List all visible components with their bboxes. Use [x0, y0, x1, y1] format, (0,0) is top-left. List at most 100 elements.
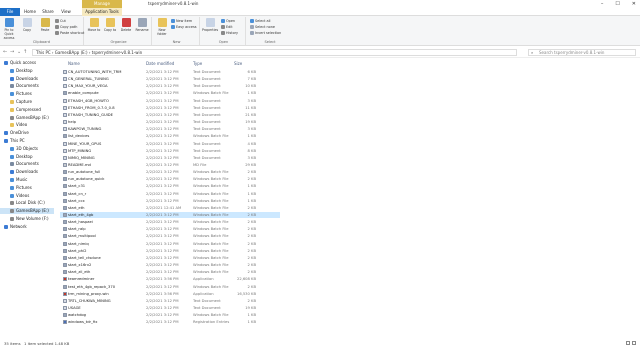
- file-row[interactable]: watchdog 2/2/2021 3:12 PM Windows Batch Fi…: [60, 312, 280, 318]
- nav-item[interactable]: Documents: [0, 83, 39, 89]
- nav-item[interactable]: This PC: [0, 138, 25, 144]
- nav-item[interactable]: GamesBApp (E:): [0, 208, 54, 215]
- file-row[interactable]: MINE_YOUR_GPUS 2/2/2021 3:12 PM Text Docum…: [60, 141, 280, 147]
- file-row[interactable]: CN_AUTOTUNING_WITH_TRM 2/2/2021 3:12 PM Te…: [60, 69, 280, 75]
- nav-item[interactable]: Downloads: [0, 76, 38, 82]
- close-button[interactable]: ✕: [632, 0, 636, 8]
- file-row[interactable]: start_tell_ctsdune 2/2/2021 3:12 PM Window…: [60, 255, 280, 261]
- file-row[interactable]: run_autotune_full 2/2/2021 3:12 PM Windows…: [60, 169, 280, 175]
- up-arrow-icon[interactable]: ↑: [23, 49, 27, 55]
- search-input[interactable]: ⌕ Search tsperrydminer-v0.8.1-win: [528, 49, 636, 56]
- file-row[interactable]: enable_compute 2/2/2021 3:12 PM Windows Ba…: [60, 90, 280, 96]
- file-row[interactable]: start_cn_r 2/2/2021 3:12 PM Windows Batch …: [60, 191, 280, 197]
- forward-arrow-icon[interactable]: →: [10, 49, 14, 55]
- nav-item[interactable]: Video: [0, 122, 27, 128]
- file-row[interactable]: run_autotune_quick 2/2/2021 3:12 PM Window…: [60, 176, 280, 182]
- file-row[interactable]: ETHASH_FROM_0.7.0_0.8 2/2/2021 3:12 PM Tex…: [60, 105, 280, 111]
- nav-item[interactable]: Desktop: [0, 68, 33, 74]
- file-row[interactable]: start_eth_4gb 2/2/2021 3:12 PM Windows Bat…: [60, 212, 280, 218]
- nav-item[interactable]: 3D Objects: [0, 146, 38, 152]
- nav-item[interactable]: Desktop: [0, 154, 33, 160]
- file-row[interactable]: ETHASH_TUNING_GUIDE 2/2/2021 3:12 PM Text …: [60, 112, 280, 118]
- nav-item[interactable]: Local Disk (C:): [0, 200, 45, 206]
- nav-item[interactable]: OneDrive: [0, 130, 29, 136]
- file-row[interactable]: CN_MAX_YOUR_VEGA 2/2/2021 3:12 PM Text Doc…: [60, 83, 280, 89]
- file-row[interactable]: windows_tdr_fix 2/2/2021 3:12 PM Registrat…: [60, 319, 280, 325]
- nav-item[interactable]: Pictures: [0, 91, 32, 97]
- large-icons-view-icon[interactable]: [632, 341, 636, 345]
- file-row[interactable]: start_haspaei 2/2/2021 3:12 PM Windows Bat…: [60, 219, 280, 225]
- tab-view[interactable]: View: [58, 8, 74, 16]
- file-row[interactable]: list_devices 2/2/2021 3:12 PM Windows Batc…: [60, 133, 280, 139]
- copy-button[interactable]: Copy: [19, 18, 35, 32]
- cut-button[interactable]: Cut: [55, 19, 66, 23]
- details-view-icon[interactable]: [626, 341, 630, 345]
- nav-item[interactable]: Documents: [0, 161, 39, 167]
- column-type[interactable]: Type: [193, 60, 202, 67]
- pin-quick-access-button[interactable]: Pin to Quick access: [1, 18, 17, 40]
- file-row[interactable]: ETHASH_4GB_HOWTO 2/2/2021 3:12 PM Text Doc…: [60, 98, 280, 104]
- column-date-modified[interactable]: Date modified: [146, 60, 174, 67]
- nav-item[interactable]: Compressed: [0, 107, 41, 113]
- new-folder-button[interactable]: New folder: [154, 18, 170, 36]
- nav-item[interactable]: Pictures: [0, 185, 32, 191]
- file-row[interactable]: start_phi2 2/2/2021 3:12 PM Windows Batch …: [60, 248, 280, 254]
- tab-application-tools[interactable]: Application Tools: [82, 8, 122, 16]
- context-tab-manage[interactable]: Manage: [82, 0, 122, 8]
- history-button[interactable]: History: [221, 31, 238, 35]
- file-row[interactable]: trm_mining_proxy-win 2/2/2021 3:56 PM Appl…: [60, 291, 280, 297]
- minimize-button[interactable]: –: [601, 0, 604, 8]
- file-row[interactable]: test_eth_4gb_repack_370 2/2/2021 3:12 PM W…: [60, 284, 280, 290]
- column-size[interactable]: Size: [234, 60, 242, 67]
- nav-item[interactable]: New Volume (F:): [0, 216, 49, 222]
- nav-item[interactable]: Quick access: [0, 60, 36, 66]
- file-row[interactable]: start_x16rv2 2/2/2021 3:12 PM Windows Batc…: [60, 262, 280, 268]
- file-row[interactable]: teamredminer 2/2/2021 3:56 PM Application 2…: [60, 276, 280, 282]
- nav-item[interactable]: Capture: [0, 99, 32, 105]
- select-none-button[interactable]: Select none: [250, 25, 275, 29]
- move-to-button[interactable]: Move to: [86, 18, 102, 32]
- nav-item[interactable]: GamesBApp (E:): [0, 115, 49, 121]
- nav-item[interactable]: Music: [0, 177, 27, 183]
- properties-button[interactable]: Properties: [202, 18, 218, 32]
- tab-share[interactable]: Share: [40, 8, 56, 16]
- file-row[interactable]: help 2/2/2021 3:12 PM Text Document 19 KB: [60, 119, 280, 125]
- file-row[interactable]: NIMIQ_MINING 2/2/2021 3:12 PM Text Documen…: [60, 155, 280, 161]
- easy-access-button[interactable]: Easy access: [171, 25, 197, 29]
- nav-item[interactable]: Network: [0, 224, 27, 230]
- file-row[interactable]: start_c31 2/2/2021 3:12 PM Windows Batch F…: [60, 183, 280, 189]
- copy-to-button[interactable]: Copy to: [102, 18, 118, 32]
- file-row[interactable]: start_eth 2/2/2021 12:41 AM Windows Batch …: [60, 205, 280, 211]
- file-row[interactable]: start_zil_eth 2/2/2021 3:12 PM Windows Bat…: [60, 269, 280, 275]
- file-row[interactable]: start_ccx 2/2/2021 3:12 PM Windows Batch F…: [60, 198, 280, 204]
- new-item-button[interactable]: New item: [171, 19, 192, 23]
- file-row[interactable]: TRTL_CHUKWA_MINING 2/2/2021 3:12 PM Text D…: [60, 298, 280, 304]
- open-button[interactable]: Open: [221, 19, 235, 23]
- select-all-button[interactable]: Select all: [250, 19, 271, 23]
- file-row[interactable]: start_nimiq 2/2/2021 3:12 PM Windows Batch…: [60, 241, 280, 247]
- edit-button[interactable]: Edit: [221, 25, 233, 29]
- file-row[interactable]: MTP_MINING 2/2/2021 3:12 PM Text Document 8…: [60, 148, 280, 154]
- copy-path-button[interactable]: Copy path: [55, 25, 77, 29]
- back-arrow-icon[interactable]: ←: [3, 49, 7, 55]
- column-name[interactable]: Name: [68, 60, 80, 67]
- file-row[interactable]: start_multipool 2/2/2021 3:12 PM Windows B…: [60, 233, 280, 239]
- tab-home[interactable]: Home: [22, 8, 38, 16]
- file-row[interactable]: start_ralp 2/2/2021 3:12 PM Windows Batch …: [60, 226, 280, 232]
- nav-item[interactable]: Downloads: [0, 169, 38, 175]
- file-row[interactable]: CN_GENERAL_TUNING 2/2/2021 3:12 PM Text Do…: [60, 76, 280, 82]
- nav-item-icon: [10, 115, 14, 120]
- address-path[interactable]: This PC › GamesBApp (E:) › tsperrydminer…: [32, 49, 517, 56]
- paste-shortcut-button[interactable]: Paste shortcut: [55, 31, 84, 35]
- nav-item[interactable]: Videos: [0, 193, 29, 199]
- delete-button[interactable]: Delete: [118, 18, 134, 32]
- maximize-button[interactable]: ☐: [615, 0, 619, 8]
- invert-selection-button[interactable]: Invert selection: [250, 31, 281, 35]
- file-row[interactable]: USAGE 2/2/2021 3:12 PM Text Document 19 KB: [60, 305, 280, 311]
- recent-locations-icon[interactable]: ⌄: [17, 49, 21, 55]
- file-row[interactable]: KAWPOW_TUNING 2/2/2021 3:12 PM Text Docume…: [60, 126, 280, 132]
- tab-file[interactable]: File: [0, 8, 20, 16]
- rename-button[interactable]: Rename: [134, 18, 150, 32]
- file-row[interactable]: README.md 2/2/2021 3:12 PM MD File 29 KB: [60, 162, 280, 168]
- paste-button[interactable]: Paste: [37, 18, 53, 32]
